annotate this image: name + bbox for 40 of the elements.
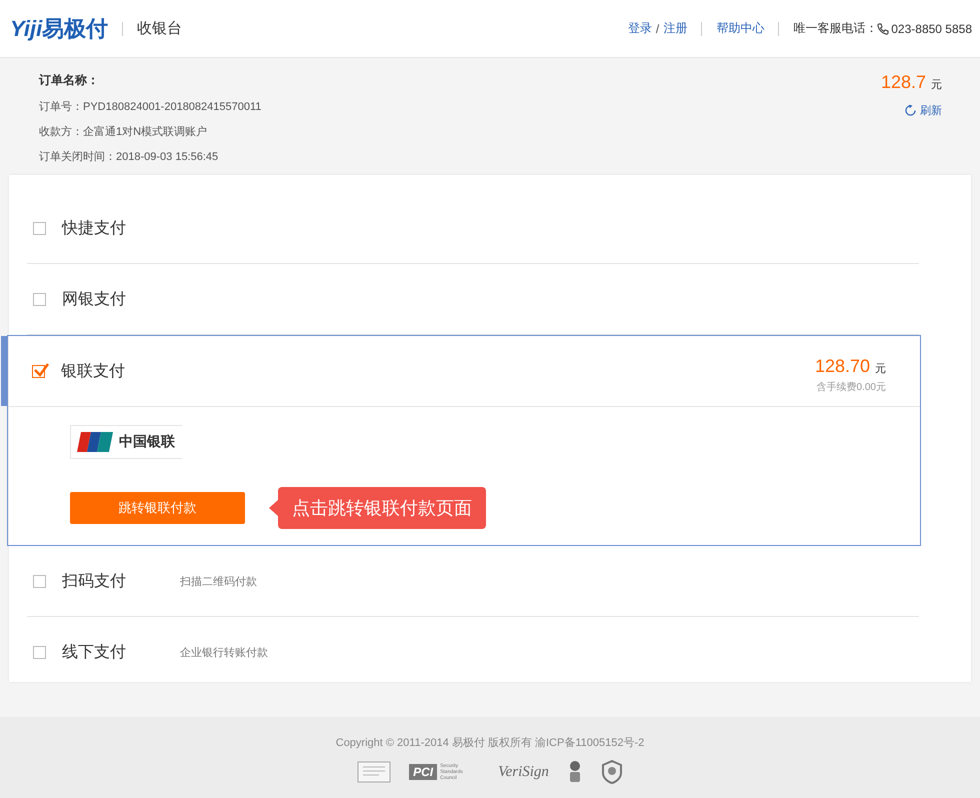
callout-tooltip: 点击跳转银联付款页面: [278, 487, 486, 529]
verisign-logo: VeriSign: [498, 764, 549, 780]
order-name-label: 订单名称：: [39, 72, 100, 89]
login-link[interactable]: 登录: [628, 20, 652, 37]
pci-logo: PCI: [409, 764, 438, 780]
method-name: 扫码支付: [62, 572, 127, 592]
help-link[interactable]: 帮助中心: [716, 20, 764, 37]
bank-card-logo: [77, 431, 113, 453]
fee-note: 含手续费0.00元: [816, 380, 886, 394]
bank-option[interactable]: 中国银联: [70, 425, 182, 459]
method-amount: 128.70: [814, 356, 870, 377]
checkbox[interactable]: [33, 292, 46, 306]
checkbox[interactable]: [33, 574, 46, 588]
refresh-icon: [905, 105, 916, 116]
order-detail: 订单关闭时间：2018-09-03 15:56:45: [39, 150, 220, 164]
callout-pointer: [269, 500, 278, 516]
currency-unit: 元: [931, 78, 942, 92]
hotline-number: 023-8850 5858: [891, 22, 972, 36]
method-hint: 扫描二维码付款: [180, 574, 257, 588]
method-hint: 企业银行转账付款: [180, 646, 268, 660]
certificate-icon: [357, 761, 392, 783]
method-name: 银联支付: [61, 362, 126, 382]
separator-slash: /: [656, 22, 660, 36]
refresh-button[interactable]: 刷新: [905, 103, 942, 118]
register-link[interactable]: 注册: [663, 20, 688, 37]
order-detail: 订单号：PYD180824001-2018082415570011: [39, 100, 262, 114]
checkbox[interactable]: [33, 646, 46, 658]
order-amount: 128.7: [880, 72, 926, 93]
method-name: 线下支付: [62, 642, 127, 662]
hotline-label: 唯一客服电话：: [793, 20, 878, 37]
phone-icon: [877, 22, 890, 34]
logo: Yiji易极付: [10, 14, 108, 43]
currency-unit: 元: [875, 362, 886, 376]
checkbox[interactable]: [33, 222, 46, 234]
page-title: 收银台: [137, 19, 182, 38]
method-name: 网银支付: [62, 290, 127, 310]
order-detail: 收款方：企富通1对N模式联调账户: [39, 124, 208, 139]
shield-icon: [600, 760, 623, 784]
method-name: 快捷支付: [62, 218, 127, 238]
copyright-text: Copyright © 2011-2014 易极付 版权所有 渝ICP备11005152号-2: [336, 736, 644, 750]
